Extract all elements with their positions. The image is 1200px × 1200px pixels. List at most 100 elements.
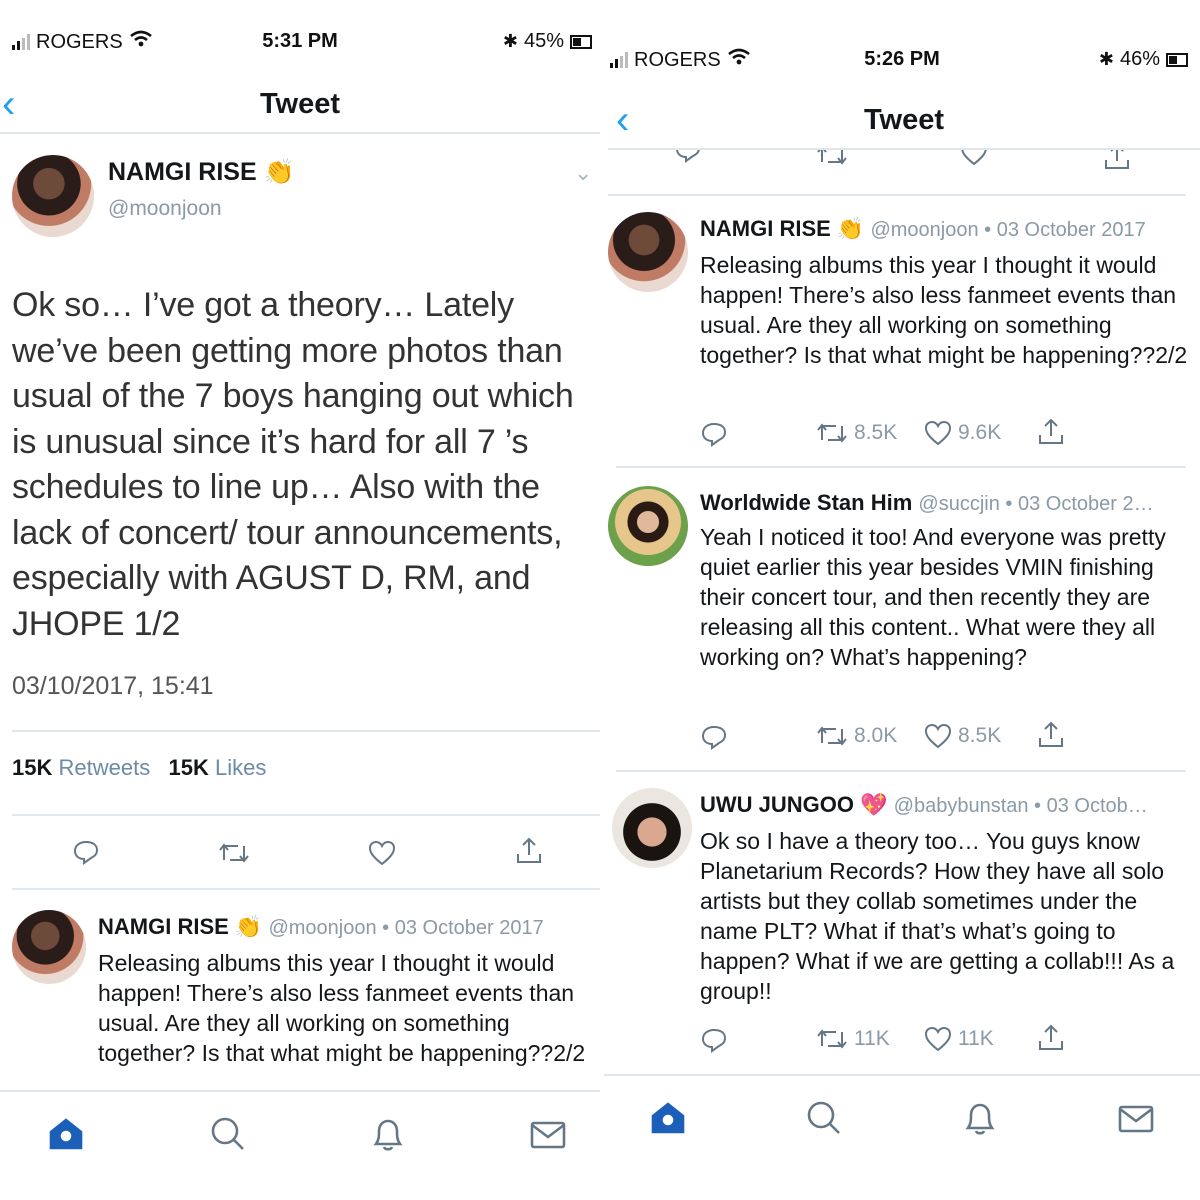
tab-search[interactable]	[208, 1114, 248, 1159]
tweet-text: Ok so… I’ve got a theory… Lately we’ve b…	[12, 286, 574, 643]
messages-icon	[1118, 1105, 1154, 1133]
tab-messages[interactable]	[1116, 1098, 1156, 1143]
reply-icon[interactable]	[674, 150, 702, 164]
tab-bar	[604, 1074, 1200, 1200]
home-icon	[651, 1102, 685, 1134]
share-button[interactable]	[1036, 720, 1066, 750]
tweet-stats: 15K Retweets 15K Likes	[12, 755, 267, 780]
messages-icon	[530, 1121, 566, 1149]
like-count: 9.6K	[958, 421, 1002, 444]
like-button[interactable]: 9.6K	[924, 420, 1001, 446]
author-handle: @moonjoon	[108, 197, 222, 220]
battery: ✱ 45%	[503, 30, 592, 53]
retweet-count: 11K	[854, 1027, 890, 1050]
like-button[interactable]: 11K	[924, 1026, 994, 1052]
search-icon	[807, 1101, 840, 1134]
clap-emoji: 👏	[836, 216, 865, 241]
likes-link[interactable]: Likes	[215, 755, 266, 780]
like-button[interactable]	[368, 840, 396, 866]
retweet-button[interactable]: 8.5K	[816, 420, 897, 446]
retweet-count: 8.5K	[854, 421, 898, 444]
like-icon	[924, 723, 952, 749]
share-icon	[517, 837, 541, 863]
tab-messages[interactable]	[528, 1114, 568, 1159]
reply-icon	[701, 1028, 727, 1053]
bluetooth-icon: ✱	[502, 31, 518, 51]
retweets-link[interactable]: Retweets	[58, 755, 150, 780]
like-icon	[368, 840, 396, 866]
nav-bar: ‹ Tweet	[0, 78, 600, 134]
reply-text: Releasing albums this year I thought it …	[98, 950, 586, 1066]
home-icon	[49, 1118, 83, 1150]
retweet-icon	[817, 1029, 847, 1049]
share-button[interactable]	[1036, 1023, 1066, 1053]
right-screenshot: ROGERS 5:26 PM ✱ 46% ‹ Tweet NAMGI RISE …	[604, 0, 1200, 1200]
left-screenshot: ROGERS 5:31 PM ✱ 45% ‹ Tweet NAMGI RISE …	[0, 0, 600, 1200]
avatar[interactable]	[12, 910, 86, 984]
reply-icon	[701, 422, 727, 447]
reply-button[interactable]	[700, 723, 728, 751]
status-bar: ROGERS 5:26 PM ✱ 46%	[604, 48, 1200, 78]
divider	[12, 730, 600, 732]
tweet-meta: @succjin • 03 October 2…	[918, 493, 1154, 515]
like-count: 11K	[958, 1027, 994, 1050]
chevron-down-icon[interactable]: ⌄	[574, 160, 592, 186]
reply-header: NAMGI RISE 👏 @moonjoon • 03 October 2017	[98, 914, 544, 940]
divider	[616, 466, 1186, 468]
clap-emoji: 👏	[234, 914, 263, 939]
like-icon[interactable]	[960, 150, 988, 166]
nav-bar: ‹ Tweet	[608, 94, 1200, 150]
divider	[12, 814, 600, 816]
reply-button[interactable]	[700, 420, 728, 448]
author-name[interactable]: NAMGI RISE	[700, 216, 831, 241]
scrolled-actions	[604, 150, 1200, 194]
page-title: Tweet	[259, 88, 341, 120]
bluetooth-icon: ✱	[1098, 49, 1114, 69]
retweet-icon	[219, 843, 249, 863]
clap-emoji: 👏	[263, 158, 295, 186]
retweet-button[interactable]: 11K	[816, 1026, 890, 1052]
retweet-button[interactable]	[218, 840, 250, 866]
tab-home[interactable]	[46, 1114, 86, 1159]
notifications-icon	[373, 1119, 403, 1151]
share-button[interactable]	[514, 836, 544, 866]
reply-button[interactable]	[700, 1026, 728, 1054]
like-icon	[924, 420, 952, 446]
retweet-icon[interactable]	[816, 150, 848, 168]
divider	[12, 888, 600, 890]
avatar[interactable]	[608, 212, 688, 292]
share-icon	[1039, 418, 1063, 444]
tab-notifications[interactable]	[960, 1098, 1000, 1143]
author-name: NAMGI RISE	[108, 158, 257, 186]
author-name[interactable]: UWU JUNGOO	[700, 792, 854, 817]
notifications-icon	[965, 1103, 995, 1135]
author-name[interactable]: NAMGI RISE	[98, 914, 229, 939]
tweet-meta: @moonjoon • 03 October 2017	[870, 219, 1146, 241]
tab-home[interactable]	[648, 1098, 688, 1143]
share-button[interactable]	[1036, 417, 1066, 447]
page-title: Tweet	[863, 104, 945, 136]
author-name[interactable]: Worldwide Stan Him	[700, 490, 912, 515]
tweet-author[interactable]: NAMGI RISE 👏	[108, 158, 295, 187]
tweet-header: Worldwide Stan Him @succjin • 03 October…	[700, 490, 1154, 516]
divider	[616, 770, 1186, 772]
battery-icon	[570, 34, 592, 49]
tweet-timestamp: 03/10/2017, 15:41	[12, 672, 214, 700]
like-icon	[924, 1026, 952, 1052]
tweet-meta: @babybunstan • 03 Octob…	[893, 795, 1148, 817]
reply-icon	[73, 840, 99, 865]
avatar[interactable]	[12, 155, 94, 237]
reply-button[interactable]	[72, 838, 100, 866]
tab-bar	[0, 1090, 600, 1200]
tab-notifications[interactable]	[368, 1114, 408, 1159]
retweet-button[interactable]: 8.0K	[816, 723, 897, 749]
battery-icon	[1166, 52, 1188, 67]
retweet-count: 8.0K	[854, 724, 898, 747]
tab-search[interactable]	[804, 1098, 844, 1143]
divider	[608, 194, 1186, 196]
share-icon[interactable]	[1102, 150, 1132, 172]
avatar[interactable]	[608, 486, 688, 566]
like-button[interactable]: 8.5K	[924, 723, 1001, 749]
avatar[interactable]	[612, 788, 692, 868]
tweet-header: UWU JUNGOO 💖 @babybunstan • 03 Octob…	[700, 792, 1148, 818]
